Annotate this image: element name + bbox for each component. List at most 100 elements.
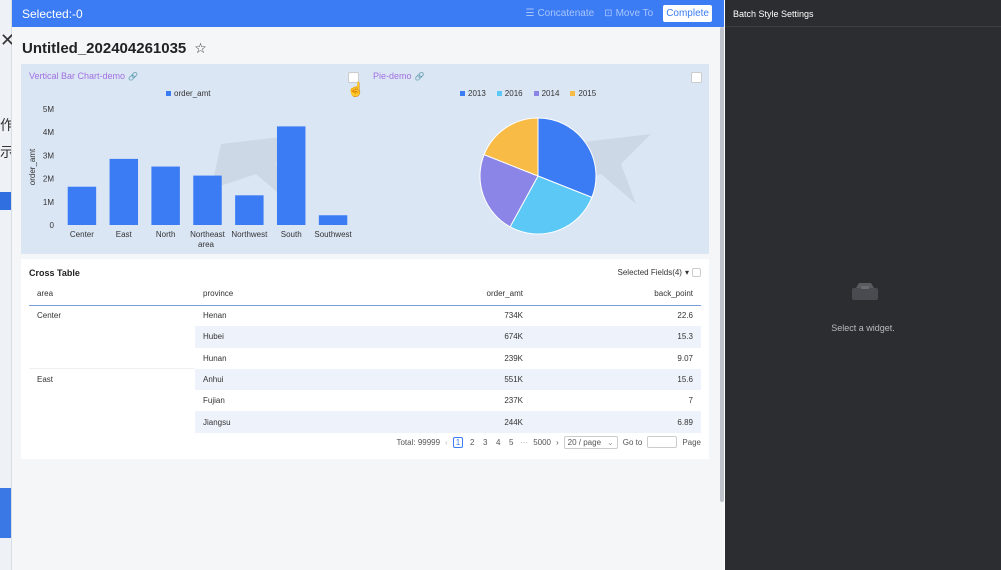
back-point-cell: 9.07 [677, 353, 693, 363]
y-tick-label: 4M [43, 128, 54, 137]
goto-page-input[interactable] [647, 436, 678, 448]
area-cell [29, 347, 195, 370]
next-page-icon[interactable]: › [556, 438, 559, 447]
province-cell: Jiangsu [195, 411, 361, 433]
cross-table-title: Cross Table [29, 268, 80, 278]
province-cell: Anhui [195, 368, 361, 391]
back-point-cell: 15.3 [531, 326, 701, 348]
page-button[interactable]: 5000 [533, 438, 551, 447]
table-row: Hunan 239K 9.07 [29, 347, 701, 370]
prev-page-icon[interactable]: ‹ [445, 438, 448, 447]
bar [235, 195, 264, 225]
page-button[interactable]: 3 [481, 438, 489, 447]
x-tick-label: Southwest [314, 230, 352, 239]
background-blue-block [0, 488, 11, 538]
bar [318, 215, 348, 225]
back-point-cell: 22.6 [677, 311, 693, 321]
order-amt-cell: 239K [504, 353, 523, 363]
back-point-cell: 15.6 [531, 368, 701, 391]
province-cell: Fujian [203, 396, 225, 406]
page-ellipsis[interactable]: ··· [520, 438, 528, 447]
bar [109, 158, 139, 225]
order-amt-cell: 734K [504, 311, 523, 321]
concatenate-icon: ☰ [525, 8, 535, 19]
caret-down-icon: ▾ [684, 268, 689, 277]
move-to-label: Move To [615, 8, 654, 19]
table-row: Jiangsu 244K 6.89 [29, 411, 701, 433]
panel-divider [725, 26, 1001, 27]
page-button[interactable]: 1 [452, 436, 464, 448]
vertical-scrollbar[interactable] [720, 27, 724, 502]
chevron-down-icon: ⌄ [607, 437, 614, 447]
table-header-row: area province order_amt back_point [29, 283, 701, 306]
selected-fields-label: Selected Fields(4) [617, 268, 682, 277]
x-tick-label: East [116, 230, 133, 239]
province-cell: Henan [203, 311, 227, 321]
area-cell: Center [37, 311, 62, 321]
page-button[interactable]: 4 [494, 438, 502, 447]
total-count: Total: 99999 [396, 437, 441, 447]
province-cell: Hunan [203, 353, 227, 363]
complete-button[interactable]: Complete [663, 5, 712, 22]
background-blue-bar [0, 192, 11, 210]
empty-message: Select a widget. [831, 323, 895, 333]
move-to-icon: ⊡ [604, 8, 613, 19]
page-button[interactable]: 5 [507, 438, 515, 447]
concatenate-button[interactable]: ☰ Concatenate [525, 8, 594, 19]
area-cell: East [37, 375, 54, 385]
back-point-cell: 6.89 [531, 411, 701, 433]
empty-box-icon [852, 283, 878, 300]
dashboard-canvas: Untitled_202404261035 ☆ Vertical Bar Cha… [12, 27, 724, 570]
charts-panel[interactable]: Vertical Bar Chart-demo 🔗 ☝ order_amt or… [21, 64, 709, 254]
order-amt-cell: 237K [504, 396, 523, 406]
table-checkbox[interactable] [692, 268, 701, 277]
column-header[interactable]: back_point [531, 283, 701, 306]
page-size-value: 20 / page [567, 437, 602, 447]
area-cell [29, 411, 195, 432]
y-tick-label: 0 [50, 221, 55, 230]
y-tick-label: 2M [43, 175, 54, 184]
column-header[interactable]: area [29, 283, 195, 306]
dashboard-title[interactable]: Untitled_202404261035 [22, 40, 186, 57]
cross-table-card: Cross Table Selected Fields(4) ▾ area pr… [21, 259, 709, 459]
column-header[interactable]: province [195, 283, 361, 306]
background-text: 示 [0, 142, 11, 162]
column-header[interactable]: order_amt [361, 283, 531, 306]
title-row: Untitled_202404261035 ☆ [22, 40, 207, 57]
background-app-strip: 作 示 [0, 0, 12, 570]
goto-label: Go to [622, 437, 643, 447]
x-axis-label: area [198, 240, 215, 249]
pagination: Total: 99999 ‹ 1 2 3 4 5 ··· 5000 › 20 /… [21, 434, 709, 450]
selected-fields-dropdown[interactable]: Selected Fields(4) ▾ [617, 268, 701, 277]
batch-style-panel: Batch Style Settings Select a widget. [725, 0, 1001, 570]
star-icon[interactable]: ☆ [194, 41, 207, 57]
order-amt-cell: 674K [361, 326, 531, 348]
table-row: Fujian 237K 7 [29, 390, 701, 411]
bar [67, 186, 97, 225]
bar [193, 175, 222, 225]
concatenate-label: Concatenate [537, 8, 595, 19]
page-label: Page [682, 437, 701, 447]
y-tick-label: 1M [43, 198, 54, 207]
selected-count: Selected:-0 [22, 6, 83, 21]
area-cell [29, 390, 195, 411]
y-axis-label: order_amt [28, 148, 37, 185]
bar-chart: order_amt 0 1M 2M 3M 4M 5M Center East North North… [28, 105, 353, 249]
x-tick-label: Northeast [190, 230, 225, 239]
x-tick-label: Center [70, 230, 94, 239]
bar [276, 126, 306, 225]
pie-chart [479, 117, 651, 235]
page-button[interactable]: 2 [468, 438, 476, 447]
province-cell: Hubei [195, 326, 361, 348]
move-to-button[interactable]: ⊡ Move To [604, 8, 653, 19]
x-tick-label: South [281, 230, 302, 239]
x-tick-label: North [156, 230, 176, 239]
area-cell [29, 326, 195, 347]
edit-toolbar: Selected:-0 ☰ Concatenate ⊡ Move To Comp… [12, 0, 724, 27]
order-amt-cell: 551K [361, 368, 531, 391]
y-tick-label: 5M [43, 105, 54, 114]
cross-table: area province order_amt back_point Cente… [29, 283, 701, 433]
page-size-select[interactable]: 20 / page ⌄ [563, 435, 618, 449]
bar [151, 166, 180, 225]
table-row: Center Henan 734K 22.6 [29, 305, 701, 326]
